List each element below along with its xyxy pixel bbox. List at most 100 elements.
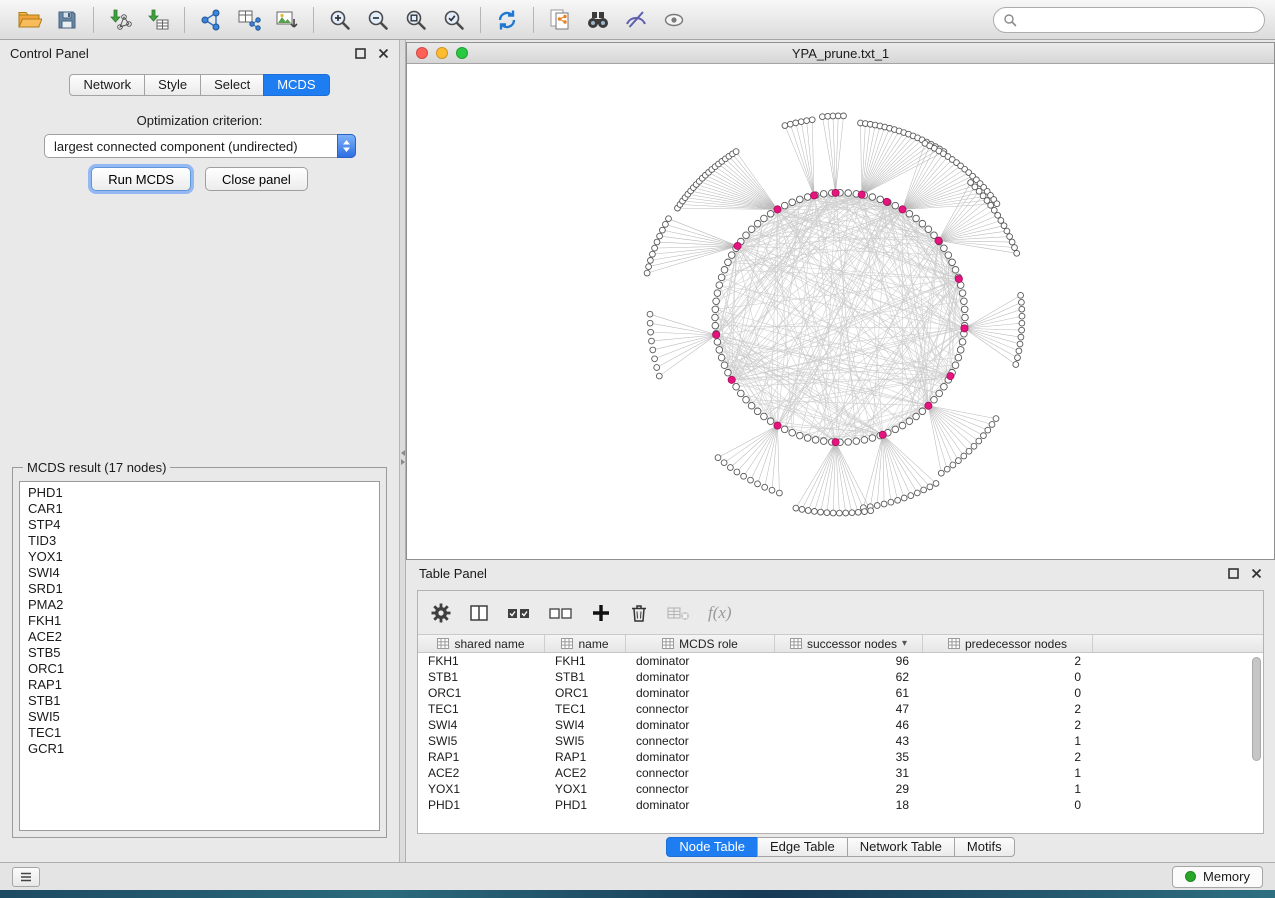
mcds-result-item[interactable]: GCR1 — [20, 741, 379, 757]
cell-mcds-role[interactable]: dominator — [626, 686, 775, 700]
delete-table-button[interactable] — [666, 602, 692, 624]
tab-style[interactable]: Style — [144, 74, 201, 96]
cell-shared-name[interactable]: YOX1 — [418, 782, 545, 796]
import-table-button[interactable] — [139, 3, 177, 37]
mcds-result-list[interactable]: PHD1CAR1STP4TID3YOX1SWI4SRD1PMA2FKH1ACE2… — [19, 481, 380, 831]
cell-successor-nodes[interactable]: 46 — [775, 718, 923, 732]
open-file-button[interactable] — [10, 3, 48, 37]
cell-mcds-role[interactable]: dominator — [626, 670, 775, 684]
mcds-result-item[interactable]: SWI5 — [20, 709, 379, 725]
cell-predecessor-nodes[interactable]: 0 — [923, 670, 1093, 684]
import-network-button[interactable] — [101, 3, 139, 37]
mcds-result-item[interactable]: TID3 — [20, 533, 379, 549]
tab-network[interactable]: Network — [69, 74, 145, 96]
table-row[interactable]: TEC1 TEC1 connector 47 2 — [418, 701, 1263, 717]
cell-shared-name[interactable]: FKH1 — [418, 654, 545, 668]
cell-successor-nodes[interactable]: 43 — [775, 734, 923, 748]
zoom-in-button[interactable] — [321, 3, 359, 37]
search-input[interactable] — [1023, 13, 1255, 27]
cell-shared-name[interactable]: ORC1 — [418, 686, 545, 700]
table-row[interactable]: ORC1 ORC1 dominator 61 0 — [418, 685, 1263, 701]
cell-name[interactable]: ACE2 — [545, 766, 626, 780]
unselect-all-columns-button[interactable] — [548, 602, 574, 624]
table-row[interactable]: RAP1 RAP1 dominator 35 2 — [418, 749, 1263, 765]
table-row[interactable]: SWI4 SWI4 dominator 46 2 — [418, 717, 1263, 733]
minimize-window-icon[interactable] — [436, 47, 448, 59]
export-network-button[interactable] — [192, 3, 230, 37]
task-history-button[interactable] — [12, 867, 40, 887]
tab-network-table[interactable]: Network Table — [847, 837, 955, 857]
mcds-result-item[interactable]: PMA2 — [20, 597, 379, 613]
mcds-result-item[interactable]: ACE2 — [20, 629, 379, 645]
graphics-details-button[interactable] — [655, 3, 693, 37]
column-header-mcds-role[interactable]: MCDS role — [626, 635, 775, 652]
cell-name[interactable]: RAP1 — [545, 750, 626, 764]
zoom-fit-button[interactable] — [397, 3, 435, 37]
cell-mcds-role[interactable]: connector — [626, 782, 775, 796]
mcds-result-item[interactable]: SRD1 — [20, 581, 379, 597]
table-row[interactable]: STB1 STB1 dominator 62 0 — [418, 669, 1263, 685]
network-graph[interactable] — [407, 65, 1274, 559]
cell-name[interactable]: SWI4 — [545, 718, 626, 732]
mcds-result-item[interactable]: RAP1 — [20, 677, 379, 693]
mcds-result-item[interactable]: TEC1 — [20, 725, 379, 741]
tab-motifs[interactable]: Motifs — [954, 837, 1015, 857]
cell-name[interactable]: PHD1 — [545, 798, 626, 812]
mcds-result-item[interactable]: STB1 — [20, 693, 379, 709]
mcds-result-item[interactable]: SWI4 — [20, 565, 379, 581]
network-canvas[interactable] — [407, 65, 1274, 559]
cell-shared-name[interactable]: SWI4 — [418, 718, 545, 732]
create-column-button[interactable] — [590, 602, 612, 624]
tab-node-table[interactable]: Node Table — [666, 837, 758, 857]
zoom-selected-button[interactable] — [435, 3, 473, 37]
column-header-name[interactable]: name — [545, 635, 626, 652]
cell-predecessor-nodes[interactable]: 2 — [923, 750, 1093, 764]
criterion-dropdown[interactable]: largest connected component (undirected) — [44, 134, 356, 158]
cell-name[interactable]: YOX1 — [545, 782, 626, 796]
delete-column-button[interactable] — [628, 602, 650, 624]
mcds-result-item[interactable]: ORC1 — [20, 661, 379, 677]
render-details-button[interactable] — [617, 3, 655, 37]
select-all-columns-button[interactable] — [506, 602, 532, 624]
cell-shared-name[interactable]: PHD1 — [418, 798, 545, 812]
cell-mcds-role[interactable]: connector — [626, 702, 775, 716]
cell-successor-nodes[interactable]: 62 — [775, 670, 923, 684]
cell-name[interactable]: FKH1 — [545, 654, 626, 668]
cell-successor-nodes[interactable]: 35 — [775, 750, 923, 764]
column-header-predecessor-nodes[interactable]: predecessor nodes — [923, 635, 1093, 652]
mcds-result-item[interactable]: STP4 — [20, 517, 379, 533]
float-panel-button[interactable] — [355, 48, 366, 59]
maximize-window-icon[interactable] — [456, 47, 468, 59]
mcds-result-item[interactable]: STB5 — [20, 645, 379, 661]
cell-name[interactable]: TEC1 — [545, 702, 626, 716]
apply-layout-button[interactable] — [488, 3, 526, 37]
cell-shared-name[interactable]: RAP1 — [418, 750, 545, 764]
cell-predecessor-nodes[interactable]: 2 — [923, 702, 1093, 716]
cell-mcds-role[interactable]: connector — [626, 766, 775, 780]
cell-mcds-role[interactable]: dominator — [626, 750, 775, 764]
show-columns-button[interactable] — [468, 602, 490, 624]
cell-mcds-role[interactable]: dominator — [626, 718, 775, 732]
cell-successor-nodes[interactable]: 96 — [775, 654, 923, 668]
cell-predecessor-nodes[interactable]: 0 — [923, 686, 1093, 700]
zoom-out-button[interactable] — [359, 3, 397, 37]
export-image-button[interactable] — [268, 3, 306, 37]
mcds-result-item[interactable]: PHD1 — [20, 485, 379, 501]
search-box[interactable] — [993, 7, 1265, 33]
cell-successor-nodes[interactable]: 47 — [775, 702, 923, 716]
cell-shared-name[interactable]: SWI5 — [418, 734, 545, 748]
table-row[interactable]: YOX1 YOX1 connector 29 1 — [418, 781, 1263, 797]
cell-shared-name[interactable]: TEC1 — [418, 702, 545, 716]
memory-button[interactable]: Memory — [1172, 866, 1263, 888]
mcds-result-item[interactable]: YOX1 — [20, 549, 379, 565]
cell-successor-nodes[interactable]: 31 — [775, 766, 923, 780]
clone-network-button[interactable] — [541, 3, 579, 37]
cell-mcds-role[interactable]: connector — [626, 734, 775, 748]
tab-mcds[interactable]: MCDS — [263, 74, 329, 96]
cell-predecessor-nodes[interactable]: 0 — [923, 798, 1093, 812]
function-builder-button[interactable]: f(x) — [708, 603, 732, 623]
cell-mcds-role[interactable]: dominator — [626, 798, 775, 812]
close-panel-action-button[interactable]: Close panel — [205, 167, 308, 191]
mcds-result-item[interactable]: FKH1 — [20, 613, 379, 629]
column-header-successor-nodes[interactable]: successor nodes ▾ — [775, 635, 923, 652]
